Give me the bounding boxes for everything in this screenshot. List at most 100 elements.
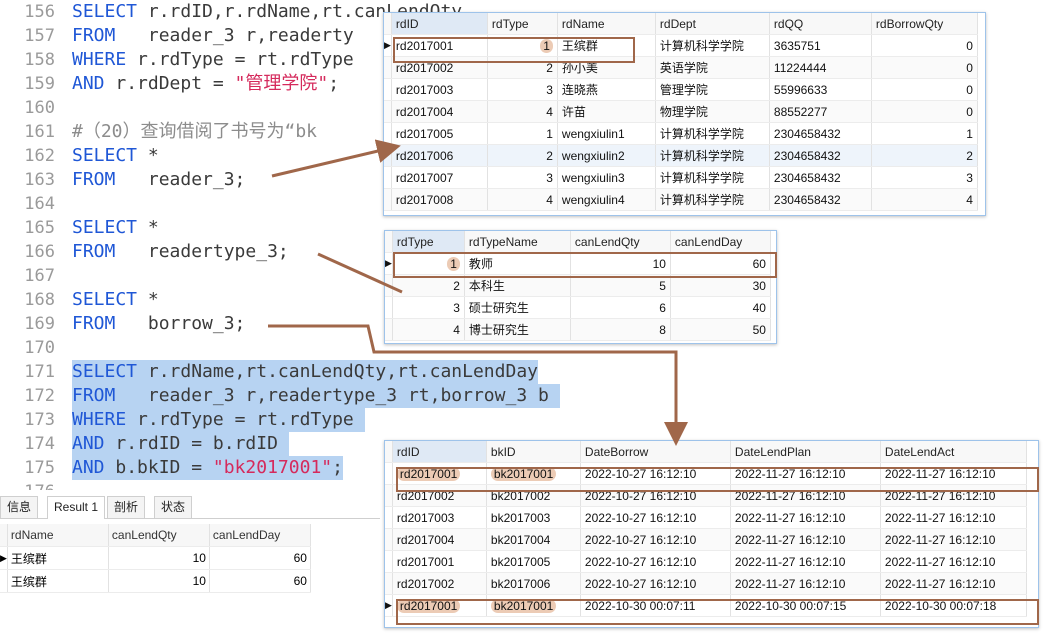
cell[interactable]: 3 (871, 166, 978, 189)
cell[interactable]: 4 (392, 318, 465, 341)
cell[interactable]: bk2017005 (486, 550, 581, 573)
cell[interactable]: 60 (670, 252, 771, 275)
table-row[interactable]: rd2017004 bk2017004 2022-10-27 16:12:10 202… (385, 528, 1027, 551)
code-text[interactable]: FROM readertype_3; (72, 240, 289, 264)
cell[interactable]: 3 (487, 166, 558, 189)
code-text[interactable]: FROM reader_3 r,readertype_3 rt,borrow_3… (72, 384, 560, 408)
tab-info[interactable]: 信息 (0, 496, 39, 518)
tab-status[interactable]: 状态 (154, 496, 193, 518)
cell[interactable]: 计算机科学学院 (655, 188, 770, 211)
column-header[interactable]: rdName (557, 13, 656, 35)
code-line[interactable]: 173 WHERE r.rdType = rt.rdType (0, 408, 1043, 432)
table-row[interactable]: rd2017001 bk2017001 2022-10-27 16:12:10 202… (385, 462, 1027, 485)
cell[interactable]: 2022-11-27 16:12:10 (880, 528, 1027, 551)
cell[interactable]: 计算机科学学院 (655, 144, 770, 167)
cell[interactable]: 1 (487, 34, 558, 57)
cell[interactable]: 40 (670, 296, 771, 319)
cell[interactable]: 连晓燕 (557, 78, 656, 101)
cell[interactable]: rd2017005 (391, 122, 488, 145)
cell[interactable]: rd2017003 (391, 78, 488, 101)
cell[interactable]: wengxiulin4 (557, 188, 656, 211)
column-header[interactable]: rdID (391, 13, 488, 35)
table-row[interactable]: rd2017002 bk2017002 2022-10-27 16:12:10 202… (385, 484, 1027, 507)
cell[interactable]: 本科生 (464, 274, 571, 297)
code-line[interactable]: 172 FROM reader_3 r,readertype_3 rt,borro… (0, 384, 1043, 408)
cell[interactable]: 2022-10-27 16:12:10 (580, 550, 731, 573)
column-header[interactable]: canLendDay (209, 524, 311, 547)
code-text[interactable]: FROM borrow_3; (72, 312, 245, 336)
table-row[interactable]: 3 硕士研究生 6 40 (385, 296, 771, 319)
cell[interactable]: 英语学院 (655, 56, 770, 79)
cell[interactable]: bk2017001 (486, 594, 581, 617)
cell[interactable]: 2304658432 (769, 122, 872, 145)
column-header[interactable]: rdID (392, 441, 487, 463)
cell[interactable]: 4 (487, 100, 558, 123)
cell[interactable]: 王缤群 (557, 34, 656, 57)
cell[interactable]: 1 (871, 122, 978, 145)
cell[interactable]: 10 (570, 252, 671, 275)
cell[interactable]: 5 (570, 274, 671, 297)
cell[interactable]: 50 (670, 318, 771, 341)
cell[interactable]: 3 (392, 296, 465, 319)
cell[interactable]: rd2017002 (392, 484, 487, 507)
cell[interactable]: 1 (392, 252, 465, 275)
cell[interactable]: 计算机科学学院 (655, 122, 770, 145)
cell[interactable]: 计算机科学学院 (655, 166, 770, 189)
table-row[interactable]: rd2017002 2 孙小美 英语学院 11224444 0 (384, 56, 978, 79)
borrow-grid[interactable]: rdID bkID DateBorrow DateLendPlan DateLendAc… (385, 441, 1027, 617)
cell[interactable]: 4 (487, 188, 558, 211)
code-text[interactable]: FROM reader_3 r,readerty (72, 24, 354, 48)
column-header[interactable]: rdBorrowQty (871, 13, 978, 35)
cell[interactable]: 2304658432 (769, 144, 872, 167)
cell[interactable]: 2022-11-27 16:12:10 (730, 506, 881, 529)
cell[interactable]: 2022-11-27 16:12:10 (730, 550, 881, 573)
table-row[interactable]: 2 本科生 5 30 (385, 274, 771, 297)
cell[interactable]: rd2017002 (392, 572, 487, 595)
table-row[interactable]: rd2017002 bk2017006 2022-10-27 16:12:10 202… (385, 572, 1027, 595)
cell[interactable]: 2 (392, 274, 465, 297)
cell[interactable]: rd2017007 (391, 166, 488, 189)
table-row[interactable]: rd2017001 bk2017005 2022-10-27 16:12:10 202… (385, 550, 1027, 573)
cell[interactable]: 10 (108, 569, 210, 593)
reader-grid[interactable]: rdID rdType rdName rdDept rdQQ rdBorrowQty ▶ rd… (384, 13, 978, 211)
cell[interactable]: 2022-11-27 16:12:10 (880, 506, 1027, 529)
cell[interactable]: 60 (209, 569, 311, 593)
column-header[interactable]: rdTypeName (464, 231, 571, 253)
cell[interactable]: 2022-11-27 16:12:10 (730, 572, 881, 595)
table-row[interactable]: rd2017006 2 wengxiulin2 计算机科学学院 2304658432 2 (384, 144, 978, 167)
code-text[interactable]: #（20）查询借阅了书号为“bk (72, 120, 317, 144)
cell[interactable]: wengxiulin3 (557, 166, 656, 189)
cell[interactable]: 6 (570, 296, 671, 319)
cell[interactable]: 3 (487, 78, 558, 101)
table-row[interactable]: ▶ rd2017001 bk2017001 2022-10-30 00:07:11 20… (385, 594, 1027, 617)
cell[interactable]: rd2017001 (392, 462, 487, 485)
column-header[interactable]: rdQQ (769, 13, 872, 35)
cell[interactable]: 2304658432 (769, 188, 872, 211)
cell[interactable]: 88552277 (769, 100, 872, 123)
cell[interactable]: 2304658432 (769, 166, 872, 189)
cell[interactable]: rd2017001 (391, 34, 488, 57)
code-text[interactable]: AND b.bkID = "bk2017001"; (72, 456, 343, 480)
cell[interactable]: 10 (108, 546, 210, 570)
column-header[interactable]: rdType (487, 13, 558, 35)
cell[interactable]: 2022-11-27 16:12:10 (730, 462, 881, 485)
code-line[interactable]: 171 SELECT r.rdName,rt.canLendQty,rt.canL… (0, 360, 1043, 384)
column-header[interactable]: canLendQty (108, 524, 210, 547)
table-row[interactable]: rd2017003 3 连晓燕 管理学院 55996633 0 (384, 78, 978, 101)
cell[interactable]: 2022-10-27 16:12:10 (580, 484, 731, 507)
cell[interactable]: 2022-11-27 16:12:10 (880, 462, 1027, 485)
cell[interactable]: 0 (871, 100, 978, 123)
cell[interactable]: 2022-11-27 16:12:10 (880, 572, 1027, 595)
cell[interactable]: 2022-10-27 16:12:10 (580, 572, 731, 595)
code-text[interactable]: SELECT * (72, 144, 159, 168)
cell[interactable]: 1 (487, 122, 558, 145)
cell[interactable]: 2022-11-27 16:12:10 (730, 484, 881, 507)
table-row[interactable]: rd2017007 3 wengxiulin3 计算机科学学院 2304658432 3 (384, 166, 978, 189)
cell[interactable]: bk2017002 (486, 484, 581, 507)
result-grid[interactable]: rdName canLendQty canLendDay ▶ 王缤群 10 60… (0, 524, 311, 593)
column-header[interactable]: rdName (7, 524, 109, 547)
cell[interactable]: 2022-10-30 00:07:15 (730, 594, 881, 617)
cell[interactable]: 2022-10-27 16:12:10 (580, 462, 731, 485)
cell[interactable]: 2 (871, 144, 978, 167)
cell[interactable]: bk2017003 (486, 506, 581, 529)
